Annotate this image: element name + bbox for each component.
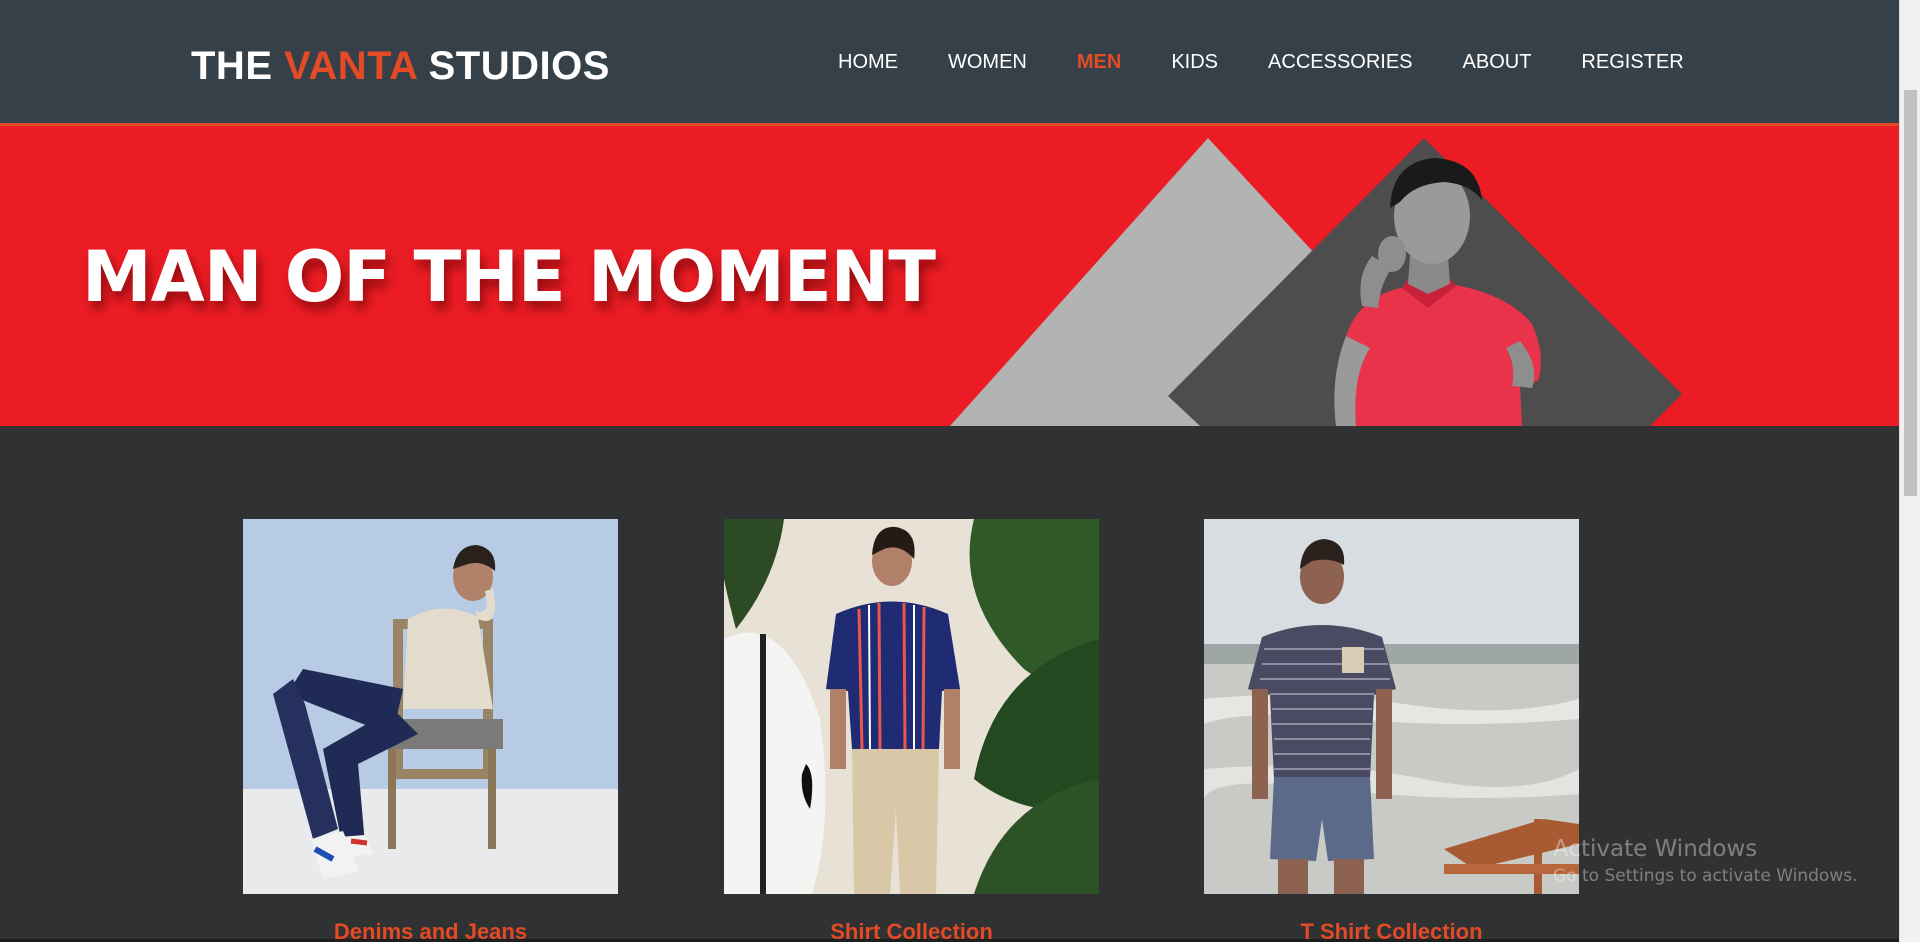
product-image-shirts[interactable] bbox=[724, 519, 1099, 894]
product-card-shirts[interactable]: Shirt Collection bbox=[724, 519, 1099, 942]
product-card-denims[interactable]: Denims and Jeans bbox=[243, 519, 618, 942]
watermark-subtitle: Go to Settings to activate Windows. bbox=[1553, 866, 1858, 886]
logo-text-the: THE bbox=[191, 44, 285, 88]
product-image-tshirts[interactable] bbox=[1204, 519, 1579, 894]
watermark-title: Activate Windows bbox=[1553, 836, 1758, 862]
product-card-tshirts[interactable]: T Shirt Collection bbox=[1204, 519, 1579, 942]
product-image-denims[interactable] bbox=[243, 519, 618, 894]
site-header: THE VANTA STUDIOS HOME WOMEN MEN KIDS AC… bbox=[0, 0, 1899, 126]
nav-women[interactable]: WOMEN bbox=[948, 51, 1027, 74]
vertical-scrollbar[interactable] bbox=[1899, 0, 1920, 942]
windows-activation-watermark: Activate Windows Go to Settings to activ… bbox=[1553, 834, 1858, 888]
nav-register[interactable]: REGISTER bbox=[1581, 51, 1683, 74]
nav-home[interactable]: HOME bbox=[838, 51, 898, 74]
nav-accessories[interactable]: ACCESSORIES bbox=[1268, 51, 1412, 74]
logo-text-vanta: VANTA bbox=[284, 44, 417, 88]
nav-kids[interactable]: KIDS bbox=[1171, 51, 1218, 74]
hero-banner: MAN OF THE MOMENT bbox=[0, 126, 1899, 426]
hero-title: MAN OF THE MOMENT bbox=[82, 236, 936, 318]
nav-about[interactable]: ABOUT bbox=[1463, 51, 1532, 74]
page: THE VANTA STUDIOS HOME WOMEN MEN KIDS AC… bbox=[0, 0, 1920, 942]
main-nav: HOME WOMEN MEN KIDS ACCESSORIES ABOUT RE… bbox=[838, 51, 1684, 74]
site-logo[interactable]: THE VANTA STUDIOS bbox=[191, 44, 610, 89]
nav-men[interactable]: MEN bbox=[1077, 51, 1121, 74]
logo-text-studios: STUDIOS bbox=[416, 44, 610, 88]
scrollbar-thumb[interactable] bbox=[1904, 90, 1917, 496]
